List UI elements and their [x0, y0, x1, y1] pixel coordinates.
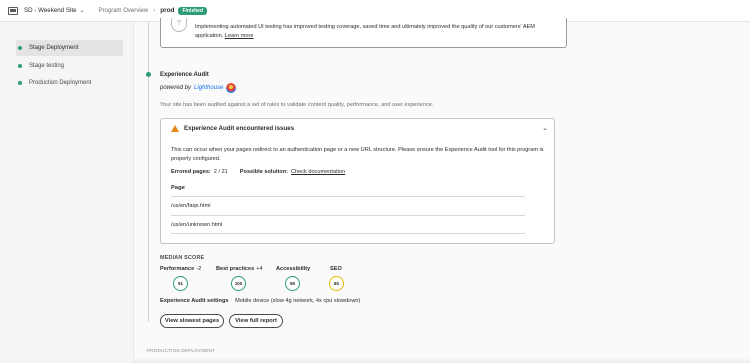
- pipeline-steps-sidebar: Stage Deployment Stage testing Productio…: [0, 22, 134, 363]
- audit-settings: Experience Audit settings Mobile device …: [160, 298, 360, 304]
- status-dot-icon: [18, 64, 22, 68]
- issues-panel: Experience Audit encountered issues ⌄ Th…: [160, 118, 555, 244]
- warning-icon: [171, 125, 179, 132]
- chevron-down-icon: ⌄: [79, 8, 85, 14]
- score-delta: -2: [196, 266, 202, 272]
- sidebar-item-label: Stage Deployment: [29, 45, 79, 51]
- score-performance: Performance -2: [160, 266, 201, 272]
- project-name: SD - Weekend Site: [24, 7, 77, 14]
- score-label: SEO: [330, 266, 342, 272]
- chevron-down-icon[interactable]: ⌄: [542, 124, 548, 132]
- table-row: /us/en/unknown.html: [171, 215, 525, 234]
- median-score-label: MEDIAN SCORE: [160, 255, 205, 261]
- view-full-report-button[interactable]: View full report: [229, 314, 283, 328]
- app-menu-icon[interactable]: [8, 6, 18, 15]
- timeline-line: [148, 22, 149, 322]
- score-best-practices: Best practices +4: [216, 266, 263, 272]
- audit-settings-value: Mobile device (slow 4g network, 4x cpu s…: [235, 298, 361, 304]
- project-selector[interactable]: SD - Weekend Site ⌄: [24, 7, 85, 14]
- issues-description: This can occur when your pages redirect …: [171, 147, 544, 162]
- score-label: Accessibility: [276, 266, 311, 272]
- status-badge: Finished: [178, 6, 207, 15]
- errored-pages-value: 2 / 21: [213, 169, 228, 175]
- audit-settings-label: Experience Audit settings: [160, 298, 229, 304]
- insight-card: ? Implementing automated UI testing has …: [160, 18, 567, 48]
- score-delta: +4: [256, 266, 263, 272]
- lighthouse-link[interactable]: Lighthouse: [194, 85, 223, 91]
- timeline-dot-icon: [146, 72, 151, 77]
- score-label: Performance: [160, 266, 195, 272]
- powered-by-text: powered by: [160, 85, 192, 91]
- lighthouse-icon: [226, 83, 237, 93]
- section-title: Experience Audit: [160, 72, 209, 78]
- learn-more-link[interactable]: Learn more: [225, 33, 254, 39]
- errored-pages-label: Errored pages:: [171, 169, 211, 175]
- solution-label: Possible solution:: [239, 169, 288, 175]
- view-slowest-pages-button[interactable]: View slowest pages: [160, 314, 224, 328]
- score-ring: 100: [231, 276, 246, 291]
- issues-header: Experience Audit encountered issues: [171, 125, 294, 132]
- status-dot-icon: [18, 81, 22, 85]
- environment-name: prod: [160, 7, 175, 14]
- question-illustration-icon: ?: [171, 18, 187, 32]
- page-column-header: Page: [171, 185, 185, 191]
- score-seo: SEO: [330, 266, 342, 272]
- breadcrumb-program-overview[interactable]: Program Overview: [99, 8, 149, 14]
- main-content: ? Implementing automated UI testing has …: [134, 18, 750, 363]
- score-accessibility: Accessibility: [276, 266, 310, 272]
- breadcrumb-separator-icon: ›: [153, 7, 156, 14]
- issues-summary: Errored pages: 2 / 21 Possible solution:…: [171, 169, 345, 175]
- sidebar-item-stage-testing[interactable]: Stage testing: [16, 58, 123, 74]
- score-ring: 91: [173, 276, 188, 291]
- page-path: /us/en/faqs.html: [171, 203, 211, 209]
- insight-text: Implementing automated UI testing has im…: [195, 23, 545, 41]
- sidebar-item-production-deployment[interactable]: Production Deployment: [16, 75, 123, 91]
- scroll-fade: [134, 358, 750, 363]
- score-ring: 98: [285, 276, 300, 291]
- status-dot-icon: [18, 46, 22, 50]
- table-row: /us/en/faqs.html: [171, 196, 525, 215]
- score-label: Best practices: [216, 266, 255, 272]
- next-section-label: PRODUCTION DEPLOYMENT: [147, 348, 216, 353]
- issues-title: Experience Audit encountered issues: [184, 125, 295, 132]
- powered-by: powered by Lighthouse: [160, 83, 237, 93]
- sidebar-item-label: Production Deployment: [29, 80, 92, 86]
- score-ring: 85: [329, 276, 344, 291]
- page-path: /us/en/unknown.html: [171, 221, 223, 228]
- sidebar-item-stage-deployment[interactable]: Stage Deployment: [16, 40, 123, 56]
- audit-description: Your site has been audited against a set…: [160, 102, 434, 108]
- check-documentation-link[interactable]: Check documentation: [291, 169, 345, 175]
- sidebar-item-label: Stage testing: [29, 63, 65, 69]
